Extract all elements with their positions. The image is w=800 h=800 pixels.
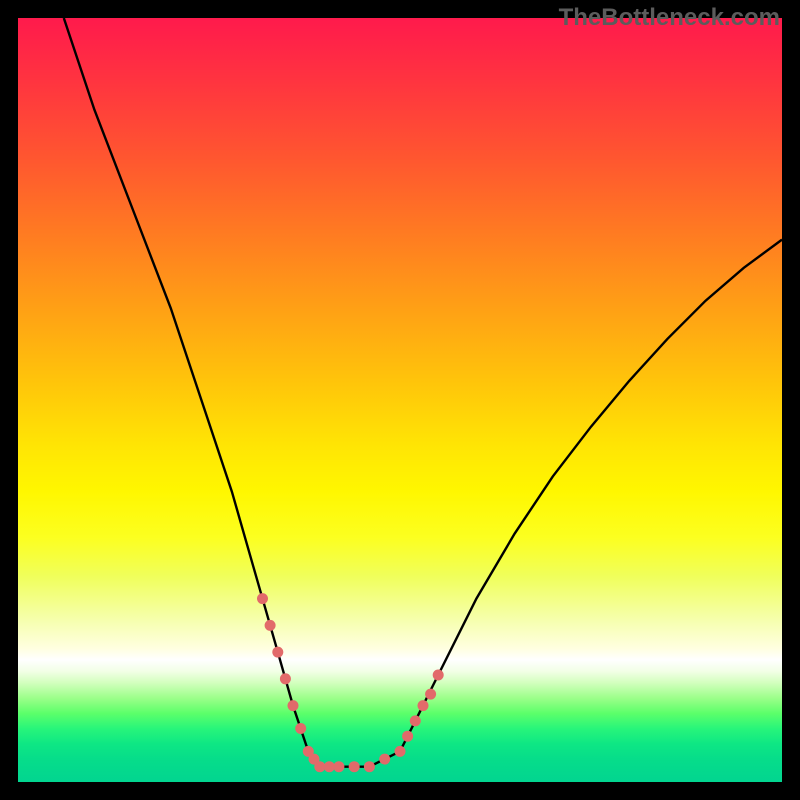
valley-dots [257,593,444,772]
bottleneck-curve [64,18,782,767]
watermark-text: TheBottleneck.com [559,4,780,32]
curve-layer [18,18,782,782]
chart-frame: TheBottleneck.com [0,0,800,800]
